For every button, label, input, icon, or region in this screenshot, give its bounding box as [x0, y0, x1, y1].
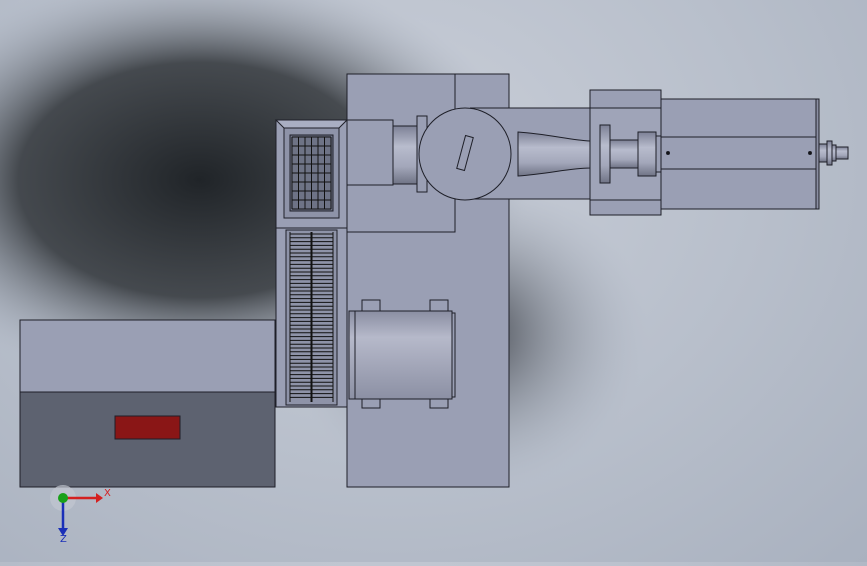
center-motor[interactable] — [348, 299, 456, 409]
cad-scene: X Z — [0, 0, 867, 562]
red-panel — [114, 415, 181, 440]
z-axis-label: Z — [60, 534, 67, 545]
y-axis-dot — [58, 493, 68, 503]
control-cabinet[interactable] — [19, 319, 276, 488]
cad-viewport[interactable]: X Z — [0, 0, 867, 562]
x-axis-label: X — [104, 488, 111, 499]
coupling-block[interactable] — [589, 89, 663, 216]
